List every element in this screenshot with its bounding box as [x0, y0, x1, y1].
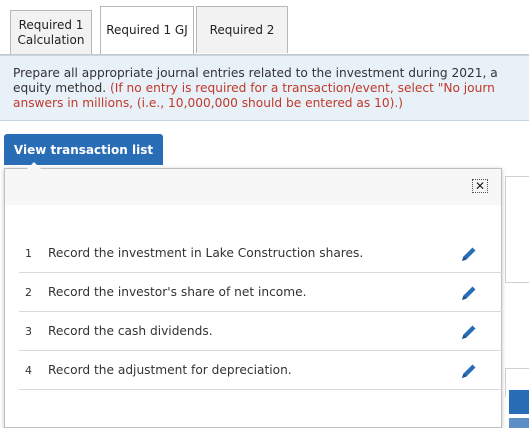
pencil-icon[interactable]	[459, 283, 479, 303]
tab-label-line2: Calculation	[17, 32, 85, 47]
tab-label: Required 1 GJ	[106, 23, 188, 37]
transaction-row: 4 Record the adjustment for depreciation…	[19, 352, 503, 390]
transaction-row: 3 Record the cash dividends.	[19, 313, 503, 351]
pencil-icon[interactable]	[459, 322, 479, 342]
transaction-list-panel: ✕ 1 Record the investment in Lake Constr…	[4, 162, 503, 428]
background-button[interactable]	[509, 418, 529, 428]
transaction-description: Record the investment in Lake Constructi…	[48, 246, 364, 260]
transaction-number: 2	[25, 286, 32, 299]
tab-label: Required 1 Calculation	[18, 18, 85, 48]
instructions-line3: answers in millions, (i.e., 10,000,000 s…	[13, 96, 404, 110]
tab-required-2[interactable]: Required 2	[196, 6, 288, 53]
tab-label-line1: Required 1	[18, 17, 84, 32]
instructions-line1: Prepare all appropriate journal entries …	[13, 66, 498, 80]
background-content-edge	[505, 168, 529, 428]
transaction-description: Record the cash dividends.	[48, 324, 213, 338]
transaction-number: 1	[25, 247, 32, 260]
tab-label: Required 2	[209, 22, 275, 37]
close-icon[interactable]: ✕	[472, 179, 488, 193]
pencil-icon[interactable]	[459, 244, 479, 264]
instructions-note: (If no entry is required for a transacti…	[110, 81, 495, 95]
popover-caret	[27, 162, 41, 169]
tab-required-1-gj[interactable]: Required 1 GJ	[100, 6, 194, 54]
background-button[interactable]	[509, 390, 529, 414]
transaction-row: 1 Record the investment in Lake Construc…	[19, 235, 503, 273]
instructions-line2: equity method. (If no entry is required …	[13, 81, 529, 96]
transaction-description: Record the adjustment for depreciation.	[48, 363, 292, 377]
panel-header: ✕	[5, 169, 501, 205]
instructions-box: Prepare all appropriate journal entries …	[0, 55, 529, 121]
tab-bar: Required 1 Calculation Required 1 GJ Req…	[0, 0, 529, 55]
view-transaction-list-button[interactable]: View transaction list	[4, 134, 163, 165]
tab-required-1-calculation[interactable]: Required 1 Calculation	[10, 10, 92, 54]
background-panel	[505, 176, 529, 283]
pencil-icon[interactable]	[459, 361, 479, 381]
transaction-number: 3	[25, 325, 32, 338]
instructions-text: equity method.	[13, 81, 111, 95]
transaction-number: 4	[25, 364, 32, 377]
transaction-row: 2 Record the investor's share of net inc…	[19, 274, 503, 312]
transaction-description: Record the investor's share of net incom…	[48, 285, 307, 299]
